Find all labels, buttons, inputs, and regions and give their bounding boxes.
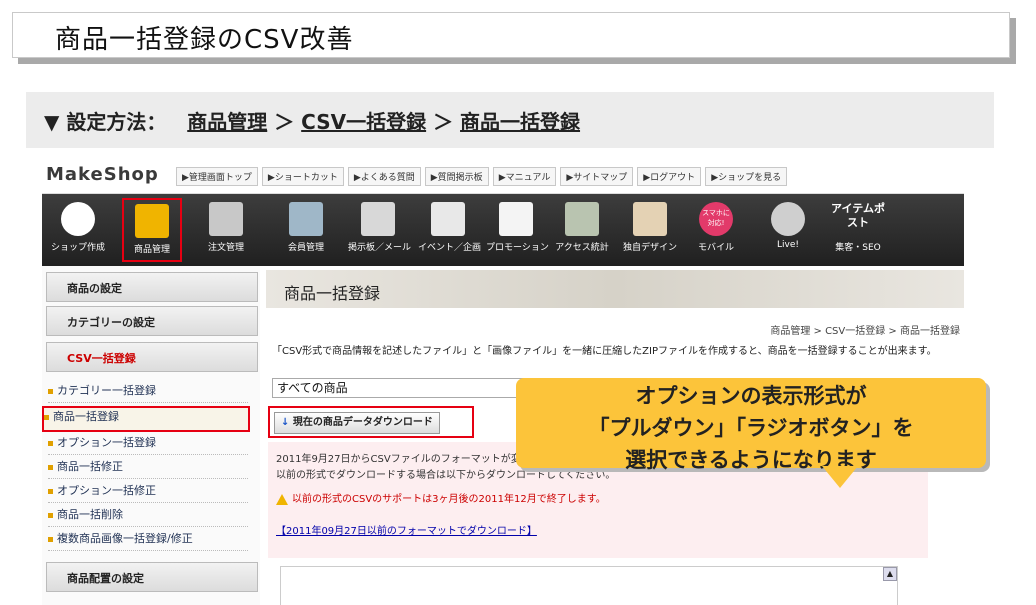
- nav-separator: ＞: [274, 110, 295, 134]
- nav-item-product-management[interactable]: 商品管理: [187, 110, 267, 134]
- palette-icon: [633, 202, 667, 236]
- menu-product-management[interactable]: 商品管理: [122, 198, 182, 262]
- callout-line2: 「プルダウン」「ラジオボタン」を: [588, 416, 914, 440]
- menu-mobile[interactable]: スマホに対応! モバイル: [686, 198, 746, 262]
- sidebar: 商品の設定 カテゴリーの設定 CSV一括登録 カテゴリー一括登録 商品一括登録 …: [42, 266, 260, 605]
- sidebar-section-category-settings[interactable]: カテゴリーの設定: [46, 306, 258, 336]
- menu-shop-create[interactable]: ショップ作成: [48, 198, 108, 262]
- slide-title: 商品一括登録のCSV改善: [55, 25, 354, 55]
- sidebar-item-product-delete[interactable]: 商品一括削除: [48, 506, 248, 527]
- old-format-download-link[interactable]: 【2011年09月27日以前のフォーマットでダウンロード】: [276, 522, 537, 537]
- download-highlight: ↓ 現在の商品データダウンロード: [268, 406, 474, 438]
- top-link-admin[interactable]: ▶管理画面トップ: [176, 167, 258, 186]
- top-link-view-shop[interactable]: ▶ショップを見る: [705, 167, 788, 186]
- item-post-badge: アイテムポスト: [831, 202, 885, 229]
- sidebar-item-product-edit[interactable]: 商品一括修正: [48, 458, 248, 479]
- box-icon: [135, 204, 169, 238]
- top-link-board[interactable]: ▶質問掲示板: [424, 167, 489, 186]
- menu-member-management[interactable]: 会員管理: [276, 198, 336, 262]
- top-link-logout[interactable]: ▶ログアウト: [637, 167, 702, 186]
- callout-box: オプションの表示形式が 「プルダウン」「ラジオボタン」を 選択できるようになりま…: [516, 378, 986, 472]
- mail-icon: [361, 202, 395, 236]
- sidebar-section-placement[interactable]: 商品配置の設定: [46, 562, 258, 592]
- menu-board-mail[interactable]: 掲示板／メール: [348, 198, 411, 262]
- gift-icon: [499, 202, 533, 236]
- party-icon: [431, 202, 465, 236]
- page-header: 商品一括登録: [266, 270, 964, 308]
- nav-band: ▼ 設定方法： 商品管理 ＞ CSV一括登録 ＞ 商品一括登録: [26, 92, 994, 148]
- logo: MakeShop: [46, 164, 159, 185]
- paper-icon: [209, 202, 243, 236]
- callout-line1: オプションの表示形式が: [635, 384, 867, 408]
- sidebar-item-product-bulk[interactable]: 商品一括登録: [42, 406, 250, 432]
- breadcrumb: 商品管理 > CSV一括登録 > 商品一括登録: [770, 326, 960, 337]
- warning-icon: [276, 493, 288, 505]
- sidebar-item-image-bulk[interactable]: 複数商品画像一括登録/修正: [48, 530, 248, 551]
- product-filter-select[interactable]: すべての商品: [272, 378, 528, 398]
- scroll-up-icon[interactable]: ▲: [883, 567, 897, 581]
- slide-title-box: 商品一括登録のCSV改善: [12, 12, 1010, 58]
- arrow-down-icon: ↓: [281, 417, 290, 428]
- menu-live[interactable]: Live!: [758, 198, 818, 262]
- bottom-frame: ▲: [280, 566, 898, 605]
- callout-line3: 選択できるようになります: [625, 448, 877, 472]
- top-link-shortcut[interactable]: ▶ショートカット: [261, 167, 344, 186]
- top-bar: MakeShop ▶管理画面トップ ▶ショートカット ▶よくある質問 ▶質問掲示…: [42, 160, 964, 194]
- menu-access-stats[interactable]: アクセス統計: [552, 198, 612, 262]
- nav-item-csv-bulk[interactable]: CSV一括登録: [301, 110, 426, 134]
- sidebar-section-product-settings[interactable]: 商品の設定: [46, 272, 258, 302]
- top-link-sitemap[interactable]: ▶サイトマップ: [560, 167, 634, 186]
- mobile-badge: スマホに対応!: [702, 209, 730, 227]
- sidebar-item-option-bulk[interactable]: オプション一括登録: [48, 434, 248, 455]
- nav-separator: ＞: [433, 110, 454, 134]
- seo-icon: アイテムポスト: [830, 202, 886, 236]
- menu-seo[interactable]: アイテムポスト 集客・SEO: [828, 198, 888, 262]
- nav-path: ▼ 設定方法： 商品管理 ＞ CSV一括登録 ＞ 商品一括登録: [44, 106, 580, 135]
- callout-tail: [822, 466, 858, 488]
- live-icon: [771, 202, 805, 236]
- notice-warning: 以前の形式のCSVのサポートは3ヶ月後の2011年12月で終了します。: [276, 490, 606, 505]
- sidebar-item-option-edit[interactable]: オプション一括修正: [48, 482, 248, 503]
- download-button[interactable]: ↓ 現在の商品データダウンロード: [274, 412, 440, 434]
- mobile-icon: スマホに対応!: [699, 202, 733, 236]
- menu-order-management[interactable]: 注文管理: [196, 198, 256, 262]
- house-icon: [61, 202, 95, 236]
- description: 「CSV形式で商品情報を記述したファイル」と「画像ファイル」を一緒に圧縮したZI…: [272, 346, 937, 357]
- menu-design[interactable]: 独自デザイン: [620, 198, 680, 262]
- nav-prefix: ▼ 設定方法：: [44, 110, 167, 134]
- nav-item-bulk-product[interactable]: 商品一括登録: [460, 110, 580, 134]
- card-icon: [289, 202, 323, 236]
- sidebar-section-csv[interactable]: CSV一括登録: [46, 342, 258, 372]
- menu-promotion[interactable]: プロモーション: [486, 198, 549, 262]
- top-link-manual[interactable]: ▶マニュアル: [492, 167, 557, 186]
- chart-icon: [565, 202, 599, 236]
- menu-event[interactable]: イベント／企画: [418, 198, 481, 262]
- sidebar-item-category-bulk[interactable]: カテゴリー一括登録: [48, 382, 248, 403]
- page-title: 商品一括登録: [284, 284, 381, 303]
- top-link-faq[interactable]: ▶よくある質問: [347, 167, 421, 186]
- icon-menu: ショップ作成 商品管理 注文管理 会員管理 掲示板／メール イベント／企画 プロ…: [42, 194, 964, 266]
- top-links: ▶管理画面トップ ▶ショートカット ▶よくある質問 ▶質問掲示板 ▶マニュアル …: [176, 167, 788, 186]
